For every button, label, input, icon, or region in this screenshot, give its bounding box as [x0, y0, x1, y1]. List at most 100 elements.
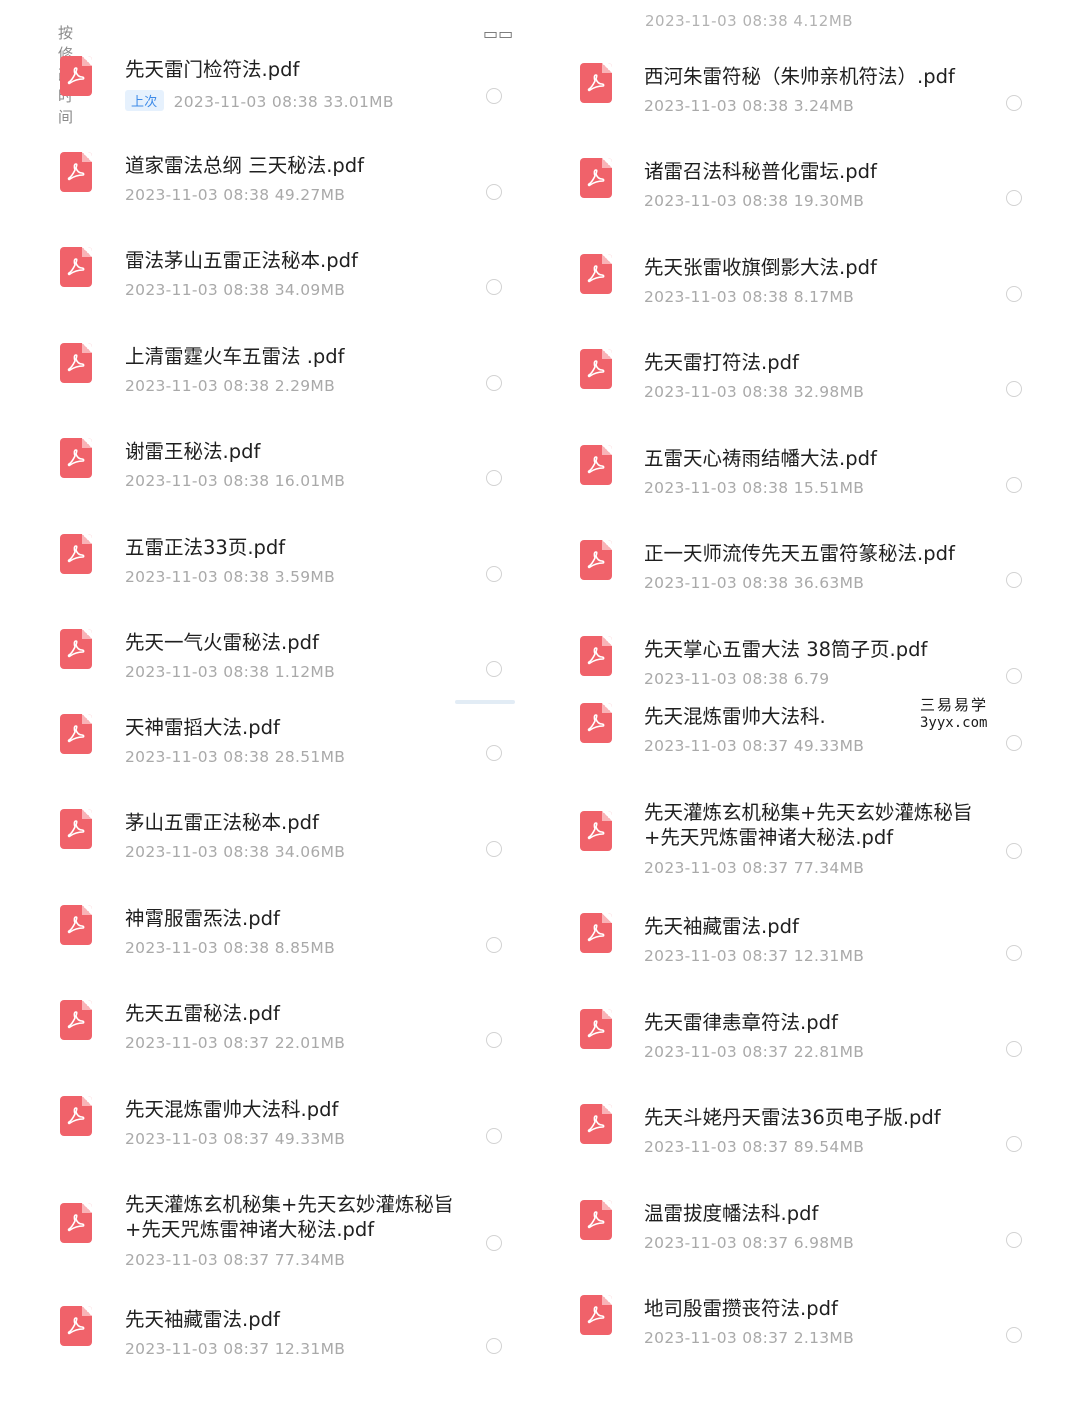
file-name[interactable]: 西河朱雷符秘（朱帅亲机符法）.pdf [644, 64, 955, 90]
file-meta: 2023-11-03 08:38 34.06MB [125, 843, 345, 861]
file-meta: 2023-11-03 08:38 28.51MB [125, 748, 345, 766]
scroll-indicator [455, 700, 515, 704]
select-radio[interactable] [1006, 843, 1022, 859]
pdf-file-icon [60, 1000, 92, 1040]
file-name[interactable]: 先天灌炼玄机秘集+先天玄妙灌炼秘旨 [644, 800, 972, 826]
file-meta: 2023-11-03 08:38 34.09MB [125, 281, 345, 299]
file-name[interactable]: 五雷正法33页.pdf [125, 535, 285, 561]
file-date-size: 2023-11-03 08:38 34.06MB [125, 843, 346, 861]
grid-view-icon[interactable]: ▭▭ [483, 24, 513, 43]
file-date-size: 2023-11-03 08:38 28.51MB [125, 748, 346, 766]
file-name-line2[interactable]: +先天咒炼雷神诸大秘法.pdf [644, 825, 893, 851]
file-name[interactable]: 先天雷律恚章符法.pdf [644, 1010, 838, 1036]
file-date-size: 2023-11-03 08:37 77.34MB [125, 1251, 346, 1269]
select-radio[interactable] [1006, 668, 1022, 684]
file-name[interactable]: 先天混炼雷帅大法科.pdf [125, 1097, 338, 1123]
pdf-file-icon [580, 540, 612, 580]
file-name[interactable]: 先天一气火雷秘法.pdf [125, 630, 319, 656]
select-radio[interactable] [486, 661, 502, 677]
select-radio[interactable] [1006, 572, 1022, 588]
file-name[interactable]: 茅山五雷正法秘本.pdf [125, 810, 319, 836]
select-radio[interactable] [1006, 1327, 1022, 1343]
file-date-size: 2023-11-03 08:38 6.79 [644, 670, 830, 688]
file-name[interactable]: 五雷天心祷雨结幡大法.pdf [644, 446, 877, 472]
file-name[interactable]: 先天混炼雷帅大法科. [644, 704, 826, 730]
select-radio[interactable] [1006, 95, 1022, 111]
select-radio[interactable] [486, 279, 502, 295]
select-radio[interactable] [1006, 1232, 1022, 1248]
file-meta: 2023-11-03 08:37 12.31MB [644, 947, 864, 965]
pdf-file-icon [580, 636, 612, 676]
select-radio[interactable] [1006, 381, 1022, 397]
watermark-logo: 三易易学 3yyx.com [908, 690, 1000, 738]
file-name[interactable]: 神霄服雷炁法.pdf [125, 906, 280, 932]
file-meta: 2023-11-03 08:37 22.01MB [125, 1034, 345, 1052]
file-date-size: 2023-11-03 08:38 49.27MB [125, 186, 346, 204]
select-radio[interactable] [486, 1235, 502, 1251]
file-meta: 2023-11-03 08:37 49.33MB [125, 1130, 345, 1148]
file-date-size: 2023-11-03 08:37 12.31MB [644, 947, 865, 965]
select-radio[interactable] [486, 375, 502, 391]
pdf-file-icon [60, 809, 92, 849]
file-name[interactable]: 地司殷雷攒丧符法.pdf [644, 1296, 838, 1322]
file-name[interactable]: 诸雷召法科秘普化雷坛.pdf [644, 159, 877, 185]
select-radio[interactable] [486, 841, 502, 857]
select-radio[interactable] [1006, 286, 1022, 302]
file-name[interactable]: 温雷拔度幡法科.pdf [644, 1201, 818, 1227]
file-name[interactable]: 道家雷法总纲 三天秘法.pdf [125, 153, 364, 179]
select-radio[interactable] [1006, 190, 1022, 206]
pdf-file-icon [60, 714, 92, 754]
pdf-file-icon [580, 63, 612, 103]
file-meta: 2023-11-03 08:38 49.27MB [125, 186, 345, 204]
file-name[interactable]: 雷法茅山五雷正法秘本.pdf [125, 248, 358, 274]
pdf-file-icon [580, 1200, 612, 1240]
select-radio[interactable] [486, 937, 502, 953]
file-meta: 2023-11-03 08:38 16.01MB [125, 472, 345, 490]
select-radio[interactable] [486, 1338, 502, 1354]
file-name[interactable]: 天神雷搯大法.pdf [125, 715, 280, 741]
file-meta: 2023-11-03 08:37 22.81MB [644, 1043, 864, 1061]
select-radio[interactable] [1006, 477, 1022, 493]
file-meta: 2023-11-03 08:38 3.24MB [644, 97, 854, 115]
file-name[interactable]: 谢雷王秘法.pdf [125, 439, 260, 465]
file-date-size: 2023-11-03 08:38 33.01MB [173, 93, 394, 111]
select-radio[interactable] [486, 1128, 502, 1144]
select-radio[interactable] [486, 470, 502, 486]
file-name[interactable]: 先天灌炼玄机秘集+先天玄妙灌炼秘旨 [125, 1192, 453, 1218]
select-radio[interactable] [486, 88, 502, 104]
pdf-file-icon [60, 247, 92, 287]
file-name[interactable]: 正一天师流传先天五雷符篆秘法.pdf [644, 541, 955, 567]
file-date-size: 2023-11-03 08:38 36.63MB [644, 574, 865, 592]
pdf-file-icon [580, 445, 612, 485]
pdf-file-icon [60, 152, 92, 192]
file-name-line2[interactable]: +先天咒炼雷神诸大秘法.pdf [125, 1217, 374, 1243]
select-radio[interactable] [486, 184, 502, 200]
file-name[interactable]: 先天张雷收旗倒影大法.pdf [644, 255, 877, 281]
pdf-file-icon [580, 811, 612, 851]
select-radio[interactable] [486, 1032, 502, 1048]
select-radio[interactable] [1006, 1136, 1022, 1152]
select-radio[interactable] [1006, 945, 1022, 961]
select-radio[interactable] [486, 745, 502, 761]
file-meta: 2023-11-03 08:37 77.34MB [125, 1251, 345, 1269]
pdf-file-icon [580, 1295, 612, 1335]
pdf-file-icon [60, 1306, 92, 1346]
file-name[interactable]: 先天斗姥丹天雷法36页电子版.pdf [644, 1105, 941, 1131]
file-date-size: 2023-11-03 08:38 34.09MB [125, 281, 346, 299]
pdf-file-icon [60, 905, 92, 945]
file-name[interactable]: 上清雷霆火车五雷法 .pdf [125, 344, 345, 370]
file-name[interactable]: 先天袖藏雷法.pdf [644, 914, 799, 940]
file-meta: 2023-11-03 08:38 8.85MB [125, 939, 335, 957]
file-date-size: 2023-11-03 08:38 3.24MB [644, 97, 855, 115]
file-meta: 2023-11-03 08:37 49.33MB [644, 737, 864, 755]
file-date-size: 2023-11-03 08:37 49.33MB [125, 1130, 346, 1148]
file-name[interactable]: 先天袖藏雷法.pdf [125, 1307, 280, 1333]
file-name[interactable]: 先天掌心五雷大法 38筒子页.pdf [644, 637, 927, 663]
select-radio[interactable] [1006, 1041, 1022, 1057]
select-radio[interactable] [486, 566, 502, 582]
file-name[interactable]: 先天雷门检符法.pdf [125, 57, 299, 83]
select-radio[interactable] [1006, 735, 1022, 751]
file-name[interactable]: 先天雷打符法.pdf [644, 350, 799, 376]
file-name[interactable]: 先天五雷秘法.pdf [125, 1001, 280, 1027]
pdf-file-icon [60, 343, 92, 383]
